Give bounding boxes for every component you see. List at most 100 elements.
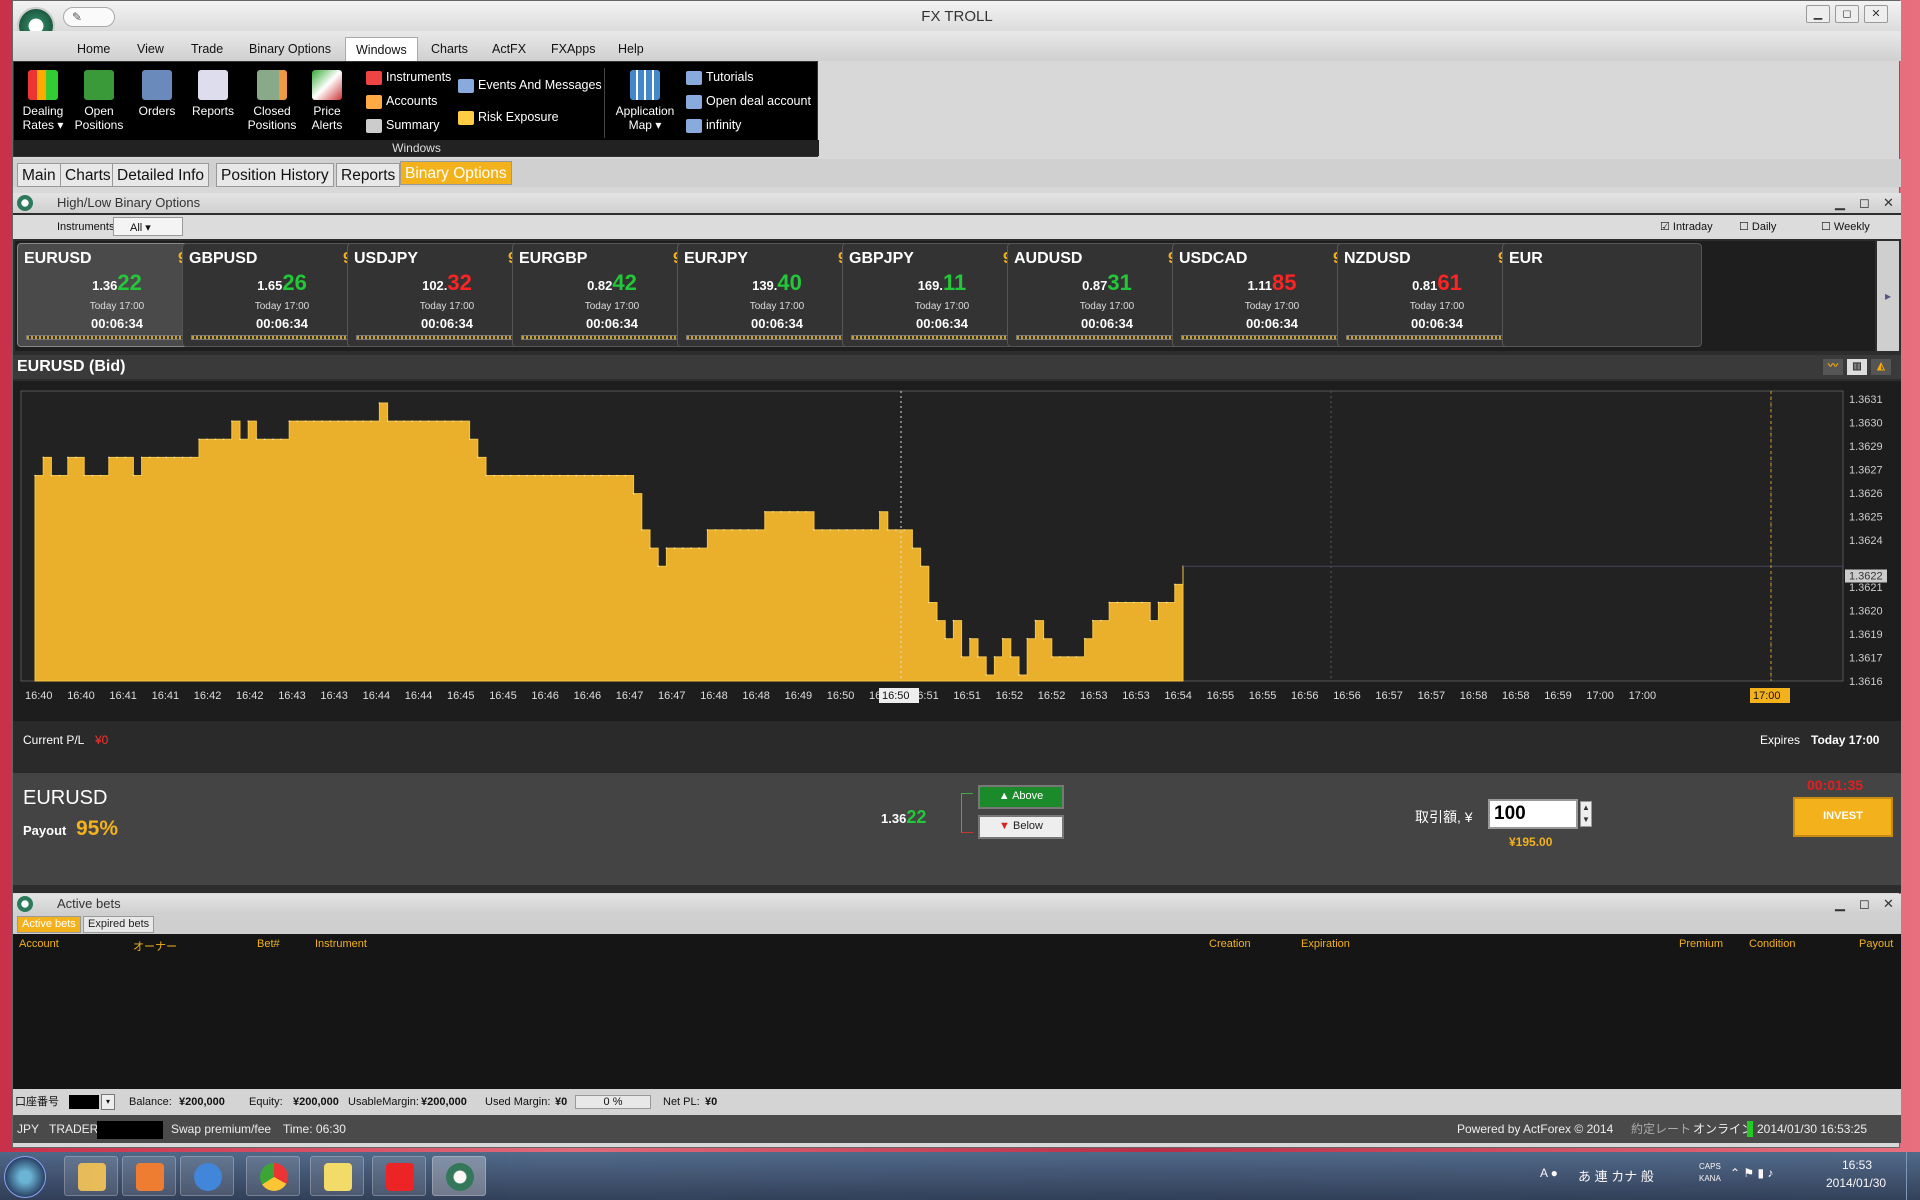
col-premium[interactable]: Premium xyxy=(1679,938,1723,950)
data-point xyxy=(616,474,618,477)
cards-scroll-right-icon[interactable]: ▸ xyxy=(1877,241,1899,351)
price-chart[interactable]: 1.3631 1.3630 1.3629 1.3627 1.3626 1.3625 1.36… xyxy=(13,381,1901,721)
line-chart-icon[interactable]: 〰 xyxy=(1823,359,1843,375)
tab-charts[interactable]: Charts xyxy=(60,163,116,187)
ribbon-infinity[interactable]: infinity xyxy=(686,118,741,133)
tab-expired-bets[interactable]: Expired bets xyxy=(83,916,155,933)
account-number-value[interactable] xyxy=(69,1095,99,1109)
data-point xyxy=(575,474,577,477)
maximize-button[interactable]: ◻ xyxy=(1835,5,1859,23)
ribbon-events-messages[interactable]: Events And Messages xyxy=(458,78,602,93)
data-point xyxy=(337,420,340,422)
panel-maximize-icon[interactable]: ◻ xyxy=(1859,193,1870,213)
ribbon-summary[interactable]: Summary xyxy=(366,118,439,133)
menu-trade[interactable]: Trade xyxy=(191,42,223,56)
start-button-icon[interactable] xyxy=(4,1156,46,1198)
account-dropdown-icon[interactable]: ▾ xyxy=(101,1094,115,1110)
bets-close-icon[interactable]: ✕ xyxy=(1883,894,1894,914)
orders-button[interactable]: Orders xyxy=(134,70,180,118)
above-button[interactable]: ▲ Above xyxy=(978,785,1064,809)
menu-fxapps[interactable]: FXApps xyxy=(551,42,595,56)
taskbar-fx-troll[interactable] xyxy=(432,1156,486,1196)
below-button[interactable]: ▼ Below xyxy=(978,815,1064,839)
col-condition[interactable]: Condition xyxy=(1749,938,1795,950)
tab-main[interactable]: Main xyxy=(17,163,61,187)
taskbar-sticky[interactable] xyxy=(310,1156,364,1196)
x-tick-label: 16:55 xyxy=(1249,690,1277,702)
data-point xyxy=(370,420,373,422)
taskbar-media[interactable] xyxy=(122,1156,176,1196)
area-chart-icon[interactable]: ◭ xyxy=(1871,359,1891,375)
menu-charts[interactable]: Charts xyxy=(431,42,468,56)
card-price-major: 0.81 xyxy=(1412,278,1438,293)
col-payout[interactable]: Payout xyxy=(1859,938,1893,950)
ribbon-tutorials[interactable]: Tutorials xyxy=(686,70,753,85)
col-instrument[interactable]: Instrument xyxy=(315,938,367,950)
bets-maximize-icon[interactable]: ◻ xyxy=(1859,894,1870,914)
tab-position-history[interactable]: Position History xyxy=(216,163,334,187)
data-point xyxy=(829,529,832,531)
instruments-dropdown[interactable]: All ▾ xyxy=(113,217,183,236)
filter-weekly[interactable]: ☐ Weekly xyxy=(1821,220,1870,233)
menu-bar: Home View Trade Binary Options Windows C… xyxy=(13,31,1901,61)
filter-daily-label: Daily xyxy=(1751,221,1777,233)
menu-binary-options[interactable]: Binary Options xyxy=(249,42,331,56)
col-owner[interactable]: オーナー xyxy=(133,938,177,954)
tab-active-bets[interactable]: Active bets xyxy=(17,916,81,933)
invest-button[interactable]: INVEST xyxy=(1793,797,1893,837)
taskbar-ie[interactable] xyxy=(180,1156,234,1196)
taskbar-explorer[interactable] xyxy=(64,1156,118,1196)
data-point xyxy=(1001,637,1004,640)
tab-reports[interactable]: Reports xyxy=(336,163,401,187)
language-bar-icon[interactable]: A ● xyxy=(1540,1166,1558,1180)
ribbon-instruments[interactable]: Instruments xyxy=(366,70,452,85)
col-creation[interactable]: Creation xyxy=(1209,938,1251,950)
open-positions-button[interactable]: Open Positions xyxy=(74,70,124,132)
ribbon-accounts[interactable]: Accounts xyxy=(366,94,437,109)
price-alerts-button[interactable]: Price Alerts xyxy=(304,70,350,132)
tab-binary-options[interactable]: Binary Options xyxy=(400,161,512,185)
col-account[interactable]: Account xyxy=(19,938,59,950)
taskbar-f-app[interactable] xyxy=(372,1156,426,1196)
tray-icons[interactable]: ⌃ ⚑ ▮ ♪ xyxy=(1730,1166,1773,1180)
quick-access-icon[interactable]: ✎ xyxy=(63,7,115,27)
instrument-card[interactable]: EUR xyxy=(1502,243,1702,347)
menu-view[interactable]: View xyxy=(137,42,164,56)
price-bracket xyxy=(961,793,973,833)
minimize-button[interactable]: ▁ xyxy=(1806,5,1830,23)
ribbon-open-deal-account[interactable]: Open deal account xyxy=(686,94,811,109)
application-map-button[interactable]: Application Map ▾ xyxy=(610,70,680,132)
col-bet-number[interactable]: Bet# xyxy=(257,938,280,950)
bets-minimize-icon[interactable]: ▁ xyxy=(1835,894,1845,914)
filter-intraday[interactable]: ☑ Intraday xyxy=(1660,220,1713,233)
col-expiration[interactable]: Expiration xyxy=(1301,938,1350,950)
filter-daily[interactable]: ☐ Daily xyxy=(1739,220,1776,233)
x-tick-label: 16:49 xyxy=(785,690,813,702)
close-button[interactable]: ✕ xyxy=(1864,5,1888,23)
show-desktop-button[interactable] xyxy=(1906,1152,1920,1200)
data-point xyxy=(714,529,717,531)
panel-close-icon[interactable]: ✕ xyxy=(1883,193,1894,213)
ime-status[interactable]: あ 連 カナ 般 xyxy=(1578,1166,1654,1185)
clock-time[interactable]: 16:53 xyxy=(1842,1158,1872,1172)
closed-positions-button[interactable]: Closed Positions xyxy=(246,70,298,132)
ribbon-risk-exposure[interactable]: Risk Exposure xyxy=(458,110,559,125)
taskbar-chrome[interactable] xyxy=(246,1156,300,1196)
card-price-minor: 32 xyxy=(447,270,472,295)
amount-stepper[interactable]: ▲ ▼ xyxy=(1580,801,1592,827)
candle-chart-icon[interactable]: ▥ xyxy=(1847,359,1867,375)
menu-windows[interactable]: Windows xyxy=(345,37,418,61)
reports-button[interactable]: Reports xyxy=(188,70,238,118)
menu-actfx[interactable]: ActFX xyxy=(492,42,526,56)
card-price-minor: 31 xyxy=(1107,270,1132,295)
panel-minimize-icon[interactable]: ▁ xyxy=(1835,193,1845,213)
instruments-label: Instruments xyxy=(386,70,452,84)
menu-home[interactable]: Home xyxy=(77,42,110,56)
clock-date[interactable]: 2014/01/30 xyxy=(1826,1176,1886,1190)
x-tick-label: 16:47 xyxy=(616,690,644,702)
menu-help[interactable]: Help xyxy=(618,42,644,56)
price-chart-svg[interactable]: 1.3631 1.3630 1.3629 1.3627 1.3626 1.3625 1.36… xyxy=(13,381,1901,721)
amount-input[interactable] xyxy=(1488,799,1578,829)
dealing-rates-button[interactable]: Dealing Rates ▾ xyxy=(20,70,66,132)
tab-detailed-info[interactable]: Detailed Info xyxy=(112,163,210,187)
